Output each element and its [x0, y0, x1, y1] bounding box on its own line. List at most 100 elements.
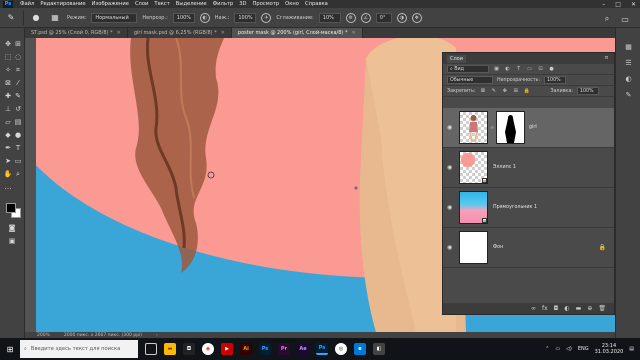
blur-tool-icon[interactable]: ◆: [3, 131, 13, 139]
history-panel-icon[interactable]: ▦: [623, 42, 634, 52]
properties-panel-icon[interactable]: ☰: [623, 58, 634, 68]
layer-row-ellipse[interactable]: ◉ ▭ Эллипс 1: [443, 148, 614, 188]
layer-thumbnail[interactable]: [459, 231, 488, 264]
eyedropper-tool-icon[interactable]: ⁄: [13, 79, 23, 87]
chevron-right-icon[interactable]: ›: [156, 333, 158, 338]
brush-tool-icon[interactable]: ✎: [13, 92, 23, 100]
layer-name[interactable]: Эллипс 1: [493, 165, 516, 170]
layer-row-background[interactable]: ◉ Фон 🔒: [443, 228, 614, 268]
zoom-level[interactable]: 200%: [37, 333, 50, 338]
mode-select[interactable]: Нормальный: [91, 12, 138, 23]
media-app-icon[interactable]: ▶: [221, 343, 233, 355]
crop-tool-icon[interactable]: ⌗: [13, 66, 23, 74]
symmetry-icon[interactable]: ❖: [411, 12, 422, 23]
photoshop-active-app[interactable]: Ps: [316, 343, 328, 355]
edge-icon[interactable]: e: [354, 343, 366, 355]
brush-preset-icon[interactable]: ●: [29, 11, 43, 25]
chevron-up-icon[interactable]: ⌃: [545, 346, 549, 352]
taskbar-search[interactable]: ⌕ Введите здесь текст для поиска: [20, 340, 138, 358]
after-effects-app[interactable]: Ae: [297, 343, 309, 355]
marquee-tool-icon[interactable]: ⬚: [3, 53, 13, 61]
close-icon[interactable]: ✕: [351, 30, 355, 36]
layer-row-rectangle[interactable]: ◉ ▭ Прямоугольник 1: [443, 188, 614, 228]
file-explorer-icon[interactable]: ▬: [164, 343, 176, 355]
lock-pixels-icon[interactable]: ✎: [490, 88, 497, 95]
layers-panel-title[interactable]: Слои: [447, 54, 466, 63]
layer-mask-thumbnail[interactable]: [496, 111, 525, 144]
workspace-icon[interactable]: ▭: [618, 12, 632, 26]
layer-filter-select[interactable]: ⌕ Вид: [447, 65, 489, 73]
new-layer-icon[interactable]: ⊕: [587, 305, 592, 312]
type-tool-icon[interactable]: T: [13, 144, 23, 152]
layer-name[interactable]: Фон: [493, 245, 503, 250]
move-tool-icon[interactable]: ✥: [3, 40, 13, 48]
menu-3d[interactable]: 3D: [236, 1, 249, 7]
lock-artboard-icon[interactable]: ⊞: [512, 88, 519, 95]
premiere-app[interactable]: Pr: [278, 343, 290, 355]
hand-tool-icon[interactable]: ✋: [3, 170, 13, 178]
panel-menu-icon[interactable]: ≡: [603, 55, 610, 62]
adjustments-panel-icon[interactable]: ◐: [623, 74, 634, 84]
zoom-tool-icon[interactable]: ⌕: [13, 170, 23, 178]
blend-mode-select[interactable]: Обычные: [447, 76, 493, 84]
angle-field[interactable]: 0°: [375, 12, 392, 23]
more-tools-icon[interactable]: …: [3, 183, 13, 191]
filter-shape-icon[interactable]: ▭: [526, 66, 533, 73]
dodge-tool-icon[interactable]: ●: [13, 131, 23, 139]
minimize-icon[interactable]: –: [602, 1, 605, 8]
paths-panel-icon[interactable]: ✎: [623, 90, 634, 100]
layer-opacity-field[interactable]: 100%: [544, 76, 566, 84]
illustrator-app[interactable]: Ai: [240, 343, 252, 355]
lock-all-icon[interactable]: 🔒: [523, 88, 530, 95]
foreground-color-swatch[interactable]: [6, 203, 16, 213]
store-icon[interactable]: ◘: [183, 343, 195, 355]
volume-icon[interactable]: ◁): [566, 346, 572, 352]
airbrush-icon[interactable]: ✈: [261, 12, 272, 23]
eraser-tool-icon[interactable]: ▱: [3, 118, 13, 126]
menu-file[interactable]: Файл: [17, 1, 37, 7]
menu-select[interactable]: Выделение: [173, 1, 210, 7]
pressure-size-icon[interactable]: ◑: [396, 12, 407, 23]
filter-pixel-icon[interactable]: ▣: [493, 66, 500, 73]
menu-type[interactable]: Текст: [151, 1, 172, 7]
chrome-alt-icon[interactable]: ◎: [335, 343, 347, 355]
tab-girl-mask[interactable]: girl mask.psd @ 6,25% (RGB/8) * ✕: [127, 28, 232, 38]
path-select-tool-icon[interactable]: ➤: [3, 157, 13, 165]
mask-link-icon[interactable]: ∞: [490, 125, 494, 131]
opacity-field[interactable]: 100%: [172, 12, 195, 23]
layer-thumbnail[interactable]: ▭: [459, 151, 488, 184]
close-icon[interactable]: ✕: [221, 30, 225, 36]
eye-icon[interactable]: ◉: [447, 164, 454, 171]
photoshop-app[interactable]: Ps: [259, 343, 271, 355]
lock-transparency-icon[interactable]: ⊠: [479, 88, 486, 95]
stamp-tool-icon[interactable]: ⊥: [3, 105, 13, 113]
screen-mode-icon[interactable]: ▣: [7, 237, 17, 245]
tab-st-psd[interactable]: ST.psd @ 25% (Слой 0, RGB/8) * ✕: [25, 28, 128, 38]
eye-icon[interactable]: ◉: [447, 204, 454, 211]
pressure-field[interactable]: 100%: [234, 12, 257, 23]
lasso-tool-icon[interactable]: ◌: [13, 53, 23, 61]
layer-name[interactable]: girl: [529, 125, 537, 130]
filter-type-icon[interactable]: T: [515, 66, 522, 73]
layer-thumbnail[interactable]: ▭: [459, 191, 488, 224]
menu-view[interactable]: Просмотр: [250, 1, 283, 7]
smoothing-settings-icon[interactable]: ⚙: [345, 12, 356, 23]
layer-row-girl[interactable]: ◉ ∞ girl: [443, 108, 614, 148]
layer-thumbnail[interactable]: [459, 111, 488, 144]
maximize-icon[interactable]: □: [615, 1, 621, 8]
shape-tool-icon[interactable]: ▭: [13, 157, 23, 165]
windows-start-icon[interactable]: ⊞: [0, 338, 20, 360]
new-group-icon[interactable]: ▬: [576, 305, 582, 312]
link-layers-icon[interactable]: ∞: [531, 305, 536, 312]
filter-adjustment-icon[interactable]: ◐: [504, 66, 511, 73]
eye-icon[interactable]: ◉: [447, 244, 454, 251]
menu-image[interactable]: Изображение: [89, 1, 132, 7]
close-icon[interactable]: ✕: [117, 30, 121, 36]
pressure-opacity-icon[interactable]: ◐: [199, 12, 210, 23]
layer-name[interactable]: Прямоугольник 1: [493, 205, 537, 210]
layer-style-icon[interactable]: fx: [542, 305, 548, 312]
history-brush-icon[interactable]: ↺: [13, 105, 23, 113]
brush-tool-icon[interactable]: ✎: [4, 11, 18, 25]
language-indicator[interactable]: ENG: [578, 346, 589, 352]
menu-edit[interactable]: Редактирование: [37, 1, 88, 7]
